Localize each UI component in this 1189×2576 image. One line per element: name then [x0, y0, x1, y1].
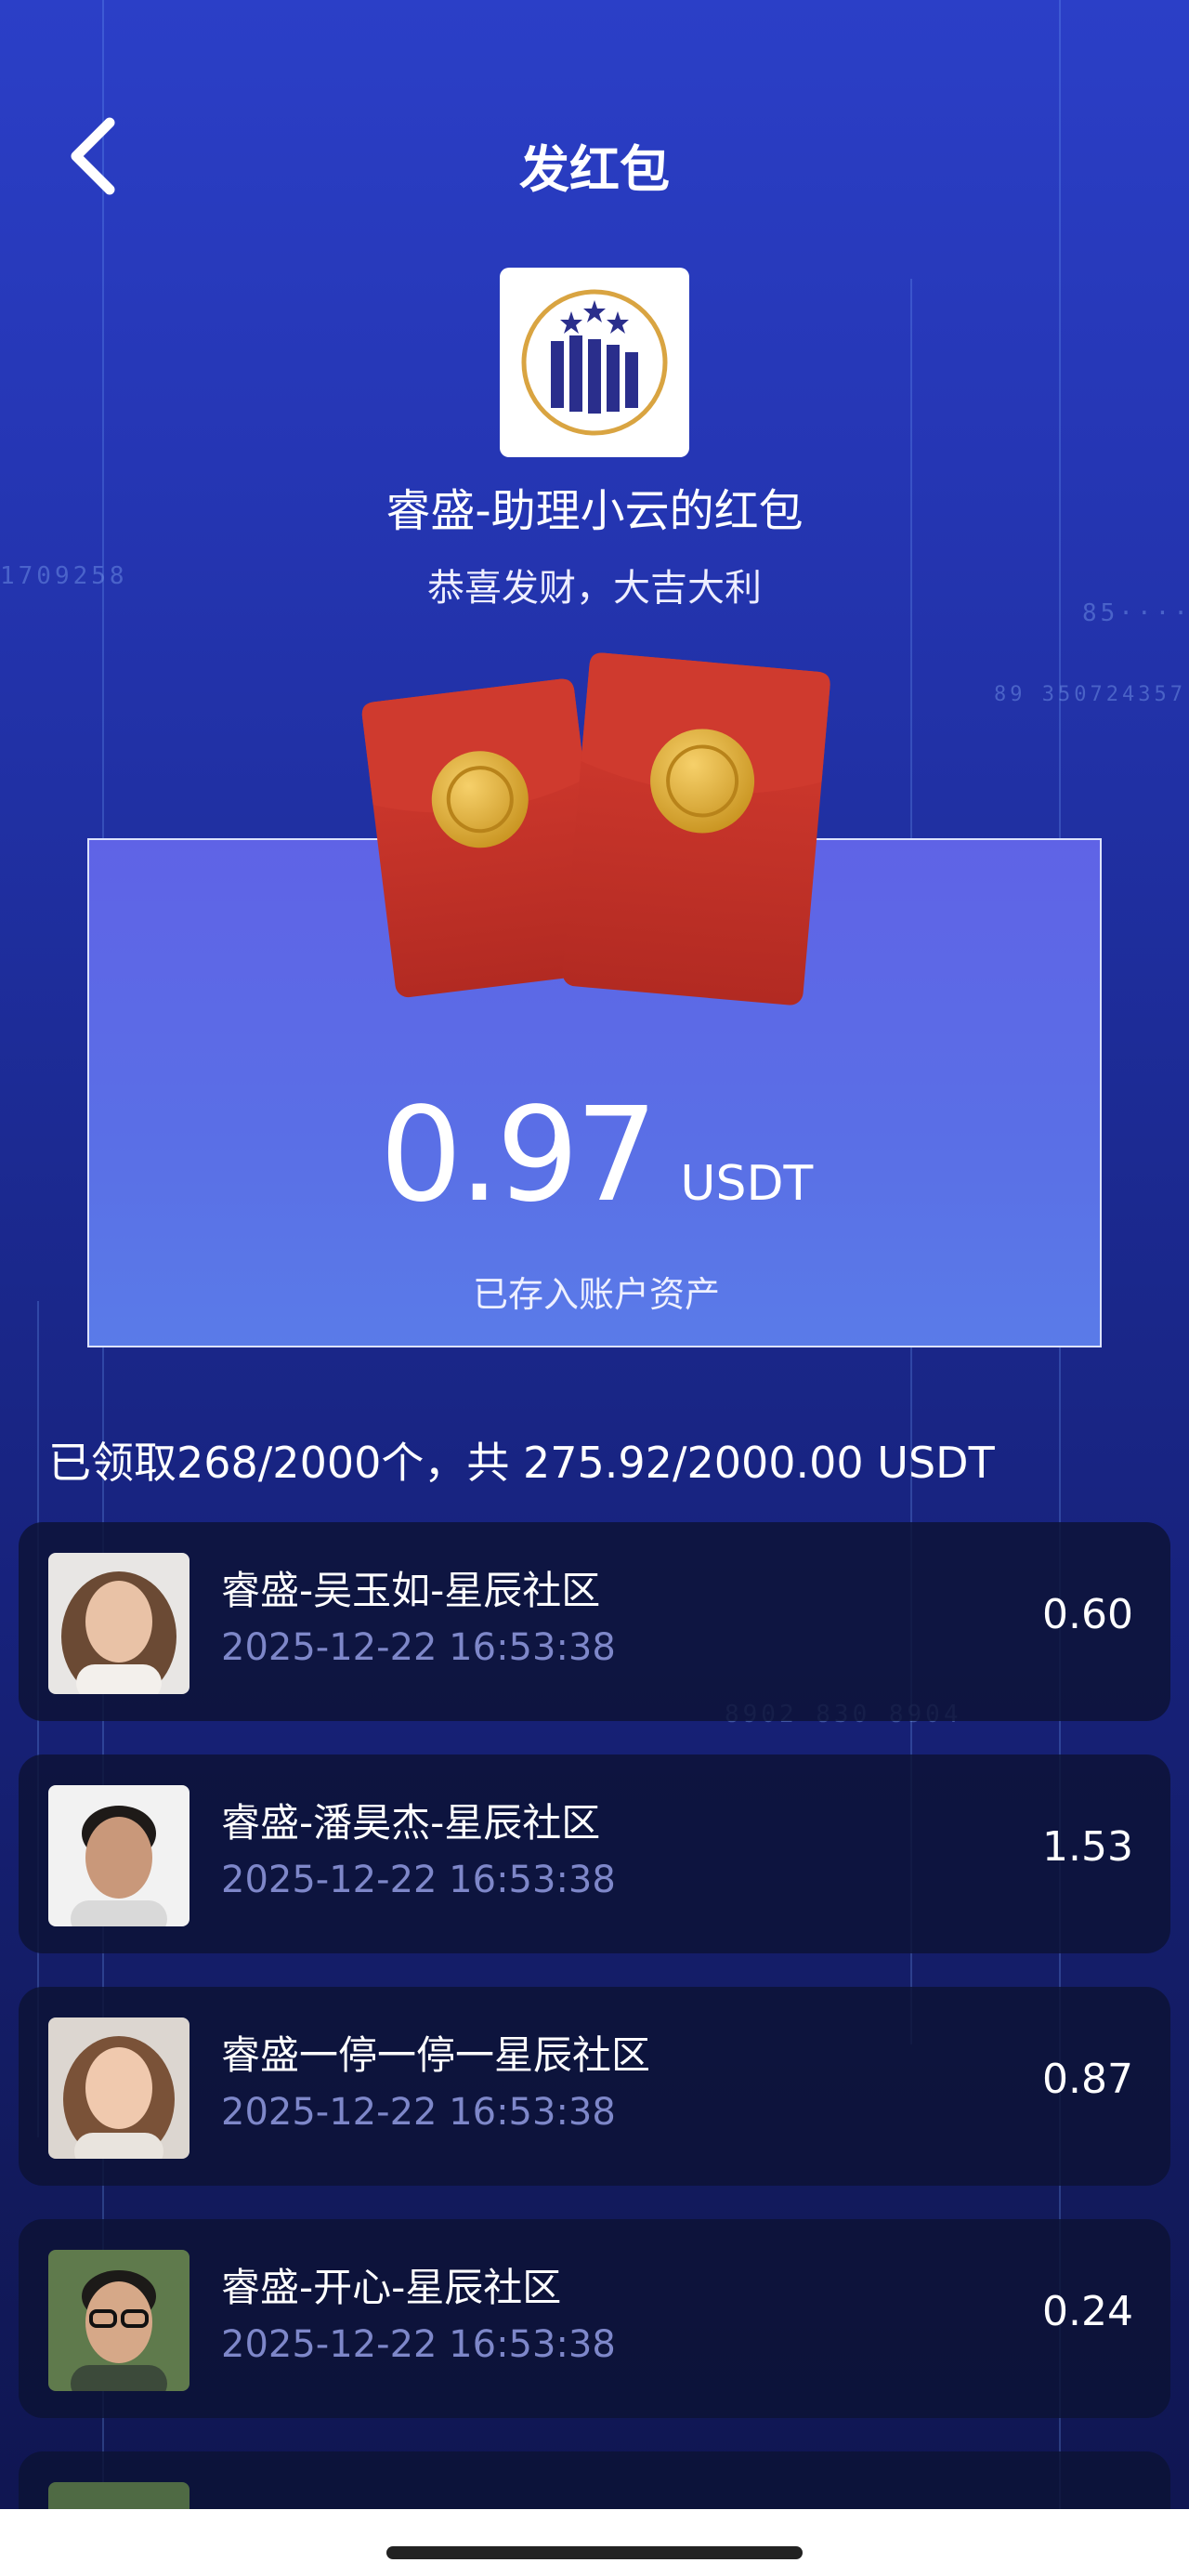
claim-time: 2025-12-22 16:53:38 [221, 2323, 616, 2366]
home-indicator[interactable] [386, 2546, 803, 2559]
home-indicator-area [0, 2509, 1189, 2576]
avatar [48, 1553, 189, 1694]
claim-amount: 0.24 [1042, 2288, 1133, 2335]
claimer-name: 睿盛-吴玉如-星辰社区 [221, 1568, 601, 1613]
claim-time: 2025-12-22 16:53:38 [221, 1859, 616, 1901]
list-item[interactable]: 睿盛-吴玉如-星辰社区 2025-12-22 16:53:38 0.60 [19, 1522, 1170, 1721]
claim-time: 2025-12-22 16:53:38 [221, 2091, 616, 2134]
claimer-name: 睿盛-开心-星辰社区 [221, 2265, 562, 2310]
claim-amount: 0.87 [1042, 2056, 1133, 2103]
amount-unit: USDT [680, 1156, 814, 1212]
avatar [48, 1785, 189, 1926]
company-logo [500, 268, 689, 457]
page-title: 发红包 [519, 140, 670, 199]
avatar [48, 2250, 189, 2391]
list-item[interactable]: 睿盛-潘昊杰-星辰社区 2025-12-22 16:53:38 1.53 [19, 1755, 1170, 1953]
logo-graphic [521, 289, 668, 436]
amount-row: 0.97 USDT [89, 1080, 1104, 1231]
list-item[interactable]: 睿盛一停一停一星辰社区 2025-12-22 16:53:38 0.87 [19, 1987, 1170, 2186]
claim-amount: 0.60 [1042, 1591, 1133, 1638]
claim-summary: 已领取268/2000个，共 275.92/2000.00 USDT [48, 1438, 995, 1488]
received-amount: 0.97 [379, 1080, 659, 1231]
red-envelope-icon [361, 652, 830, 1005]
avatar [48, 2017, 189, 2159]
claim-time: 2025-12-22 16:53:38 [221, 1626, 616, 1669]
greeting-text: 恭喜发财，大吉大利 [427, 567, 762, 610]
list-item[interactable]: 睿盛-开心-星辰社区 2025-12-22 16:53:38 0.24 [19, 2219, 1170, 2418]
sender-name: 睿盛-助理小云的红包 [385, 485, 804, 537]
claimer-name: 睿盛-潘昊杰-星辰社区 [221, 1800, 601, 1846]
deposit-note: 已存入账户资产 [472, 1274, 720, 1315]
claimer-name: 睿盛一停一停一星辰社区 [221, 2032, 651, 2078]
claim-amount: 1.53 [1042, 1823, 1133, 1871]
top-bar: 发红包 [0, 102, 1189, 214]
